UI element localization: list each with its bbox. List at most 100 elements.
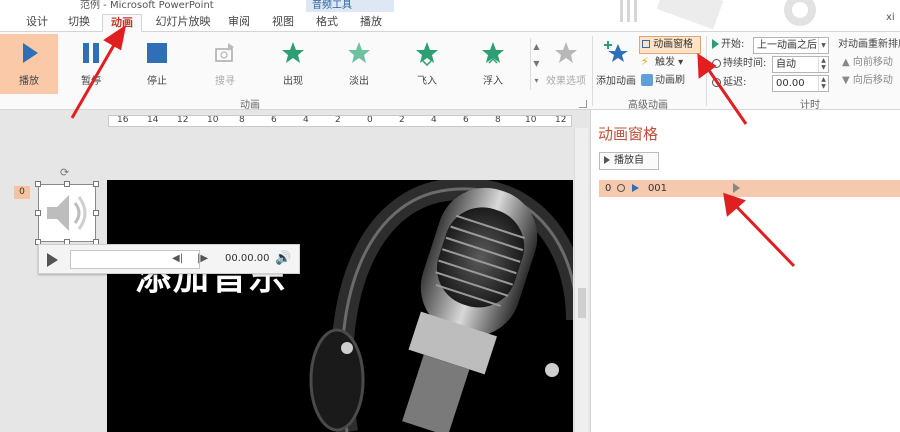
ruler-tick: 2 [335,115,341,125]
tab-review[interactable]: 审阅 [222,14,256,32]
animations-group-label: 动画 [240,100,260,111]
play-icon[interactable] [47,253,58,267]
animation-fade-button[interactable]: 淡出 [330,34,388,94]
timeline-marker-icon[interactable] [733,183,740,193]
animation-stop-button[interactable]: 停止 [128,34,186,94]
volume-icon[interactable]: 🔊 [275,251,291,266]
move-later-button[interactable]: ▼ 向后移动 [842,72,893,90]
start-icon [712,39,719,49]
audio-player-bar: ◀| |▶ 00.00.00 🔊 [38,244,300,274]
animation-pause-label: 暂停 [81,76,101,87]
scrollbar-thumb[interactable] [578,288,586,318]
animation-item-index: 0 [605,183,612,194]
start-label-row: 开始: [712,36,744,54]
delay-stepper[interactable]: 00.00 ▲ ▼ [772,75,829,92]
audio-object[interactable] [35,181,99,245]
start-select[interactable]: 上一动画之后 ▼ [753,37,829,54]
resize-handle[interactable] [93,181,99,187]
animation-pane-icon [642,40,650,48]
star-icon [482,42,504,64]
stepper-icon[interactable]: ▲ ▼ [818,57,828,72]
ruler-tick: 10 [207,115,219,125]
move-earlier-label: 向前移动 [852,57,893,68]
play-icon [23,43,38,63]
animation-appear-button[interactable]: 出现 [264,34,322,94]
play-from-button[interactable]: 播放自 [599,152,659,170]
add-animation-label: 添加动画 [596,76,636,87]
ruler-tick: 8 [239,115,245,125]
animation-floatin-label: 浮入 [483,76,503,87]
animation-pane: 动画窗格 播放自 0 001 [590,110,900,432]
ruler-tick: 12 [555,115,567,125]
chevron-down-icon: ▼ [818,38,828,53]
animation-pane-button-label: 动画窗格 [653,39,694,50]
vertical-scrollbar[interactable] [574,128,588,432]
speaker-icon [47,195,87,231]
duration-stepper[interactable]: 自动 ▲ ▼ [772,56,829,73]
animation-floatin-button[interactable]: 浮入 [464,34,522,94]
start-label: 开始: [721,39,745,50]
skip-back-icon[interactable]: ◀| [172,253,183,264]
animation-painter-button[interactable]: 动画刷 [641,72,685,90]
animation-flyin-label: 飞入 [417,76,437,87]
stepper-icon[interactable]: ▲ ▼ [818,76,828,91]
animation-pane-button[interactable]: 动画窗格 [639,36,701,54]
resize-handle[interactable] [93,210,99,216]
advanced-animation-group-label: 高级动画 [628,100,668,111]
reorder-title: 对动画重新排序 [838,39,900,50]
microphone-image [309,180,573,432]
dialog-launcher-icon[interactable] [579,100,587,108]
animation-fade-label: 淡出 [349,76,369,87]
pause-icon [83,43,99,63]
ruler-tick: 12 [177,115,189,125]
ruler-tick: 10 [525,115,537,125]
triangle-up-icon: ▲ [842,57,853,68]
ruler-tick: 14 [147,115,159,125]
add-animation-button[interactable]: 添加动画 [594,34,638,94]
stop-icon [147,43,167,63]
ribbon-separator [706,36,707,106]
tab-animations[interactable]: 动画 [102,14,142,32]
resize-handle[interactable] [35,181,41,187]
window-title: 范例 - Microsoft PowerPoint [80,0,214,11]
star-icon [555,42,577,63]
tab-slideshow[interactable]: 幻灯片放映 [150,14,216,32]
resize-handle[interactable] [64,181,70,187]
animation-seek-label: 搜寻 [215,76,235,87]
rotate-handle-icon[interactable]: ⟳ [60,166,69,179]
tab-format[interactable]: 格式 [310,14,344,32]
start-select-value: 上一动画之后 [757,40,817,51]
ruler-tick: 4 [303,115,309,125]
move-earlier-button[interactable]: ▲ 向前移动 [842,54,893,72]
duration-label-row: 持续时间: [712,55,766,73]
media-play-icon [631,184,639,192]
lightning-icon: ⚡ [641,55,649,68]
preview-button[interactable]: 播放 [0,34,58,94]
animation-flyin-button[interactable]: 飞入 [398,34,456,94]
animation-seek-button[interactable]: 搜寻 [196,34,254,94]
tab-view[interactable]: 视图 [266,14,300,32]
context-tab-group-title: 音频工具 [312,0,352,11]
trigger-button[interactable]: ⚡ 触发 ▾ [641,54,683,72]
tab-transitions[interactable]: 切换 [62,14,96,32]
delay-icon [712,77,721,87]
clock-icon [616,184,625,192]
ruler-tick: 2 [399,115,405,125]
ruler-tick: 8 [495,115,501,125]
tab-playback[interactable]: 播放 [354,14,388,32]
resize-handle[interactable] [35,210,41,216]
skip-forward-icon[interactable]: |▶ [197,253,208,264]
effect-options-button[interactable]: 效果选项 [538,34,594,94]
delay-label-row: 延迟: [712,74,746,92]
timing-group-label: 计时 [800,100,820,111]
animation-pause-button[interactable]: 暂停 [62,34,120,94]
ruler-tick: 16 [117,115,129,125]
ruler-tick: 0 [367,115,373,125]
thumbnail-strip[interactable] [0,128,12,432]
tab-design[interactable]: 设计 [22,14,52,32]
animation-list-item[interactable]: 0 001 [599,180,900,197]
user-name[interactable]: xi [886,12,895,23]
animation-tag[interactable]: 0 [14,186,30,199]
animation-item-name: 001 [647,183,668,194]
slide-canvas[interactable]: 添加音乐 [107,180,573,432]
